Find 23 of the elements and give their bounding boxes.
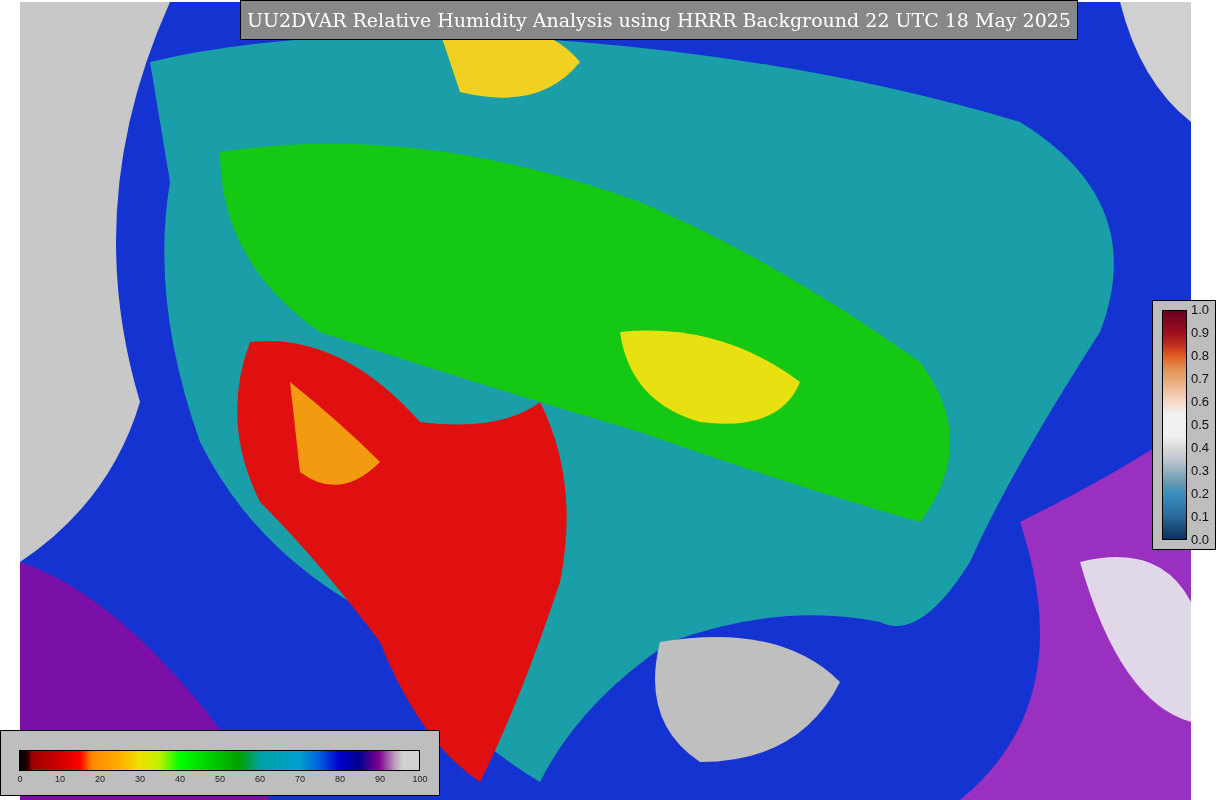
colorbar-label: 50 — [215, 774, 225, 784]
colorbar-label: 0.4 — [1191, 441, 1210, 455]
colorbar-label: 0.8 — [1191, 349, 1210, 363]
colorbar-label: 0.6 — [1191, 395, 1210, 409]
colorbar-label: 0.9 — [1191, 326, 1210, 340]
colorbar-label: 100 — [412, 774, 428, 784]
colorbar-label: 0.5 — [1191, 418, 1210, 432]
colorbar-label: 0.3 — [1191, 464, 1210, 478]
colorbar-label: 70 — [295, 774, 305, 784]
colorbar-label: 1.0 — [1191, 303, 1210, 317]
colorbar-label: 0.0 — [1191, 533, 1210, 547]
colorbar-label: 40 — [175, 774, 185, 784]
colorbar-label: 30 — [135, 774, 145, 784]
map-title: UU2DVAR Relative Humidity Analysis using HRRR Background 22 UTC 18 May 2025 — [240, 0, 1078, 40]
colorbar-label: 80 — [335, 774, 345, 784]
colorbar-label: 0 — [17, 774, 23, 784]
colorbar-label: 10 — [55, 774, 65, 784]
colorbar-label: 0.2 — [1191, 487, 1210, 501]
colorbar-label: 0.1 — [1191, 510, 1210, 524]
colorbar-label: 90 — [375, 774, 385, 784]
colorbar-label: 0.7 — [1191, 372, 1210, 386]
colorbar-label: 20 — [95, 774, 105, 784]
colorbar-label: 60 — [255, 774, 265, 784]
